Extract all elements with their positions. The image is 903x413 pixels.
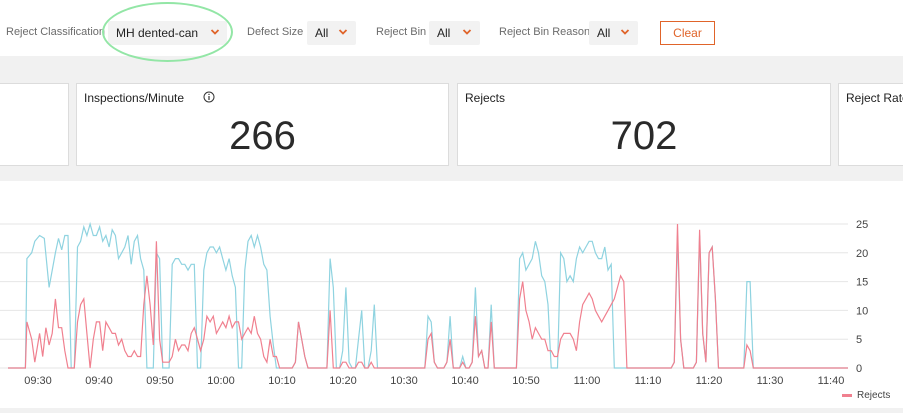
legend-swatch-rejects bbox=[842, 393, 852, 397]
chart-panel: 0 5 10 15 20 25 09:30 09:40 09:50 10:00 10:10 10:20… bbox=[0, 181, 903, 408]
x-tick-label: 11:00 bbox=[574, 375, 601, 387]
reject-bin-value: All bbox=[437, 26, 451, 40]
reject-bin-reason-select[interactable]: All bbox=[589, 21, 638, 45]
reject-bin-label: Reject Bin bbox=[376, 26, 427, 38]
reject-bin-reason-label: Reject Bin Reason bbox=[499, 26, 591, 38]
x-tick-label: 09:30 bbox=[24, 375, 52, 387]
x-tick-label: 11:10 bbox=[635, 375, 662, 387]
y-tick-label: 15 bbox=[856, 277, 868, 289]
rejects-value: 702 bbox=[610, 114, 678, 158]
chevron-down-icon bbox=[462, 29, 472, 35]
chevron-down-icon bbox=[620, 29, 630, 35]
y-tick-label: 5 bbox=[856, 334, 862, 346]
x-tick-label: 11:40 bbox=[818, 375, 845, 387]
rejects-card: Rejects 702 bbox=[457, 83, 831, 166]
inspections-value: 266 bbox=[229, 114, 296, 158]
clear-button[interactable]: Clear bbox=[660, 21, 715, 45]
y-tick-label: 25 bbox=[856, 219, 868, 231]
x-tick-label: 10:40 bbox=[451, 375, 479, 387]
rejects-chart: 0 5 10 15 20 25 09:30 09:40 09:50 10:00 10:10 10:20… bbox=[0, 219, 868, 387]
x-tick-label: 09:50 bbox=[146, 375, 174, 387]
kpi-card-partial bbox=[0, 83, 69, 166]
y-tick-label: 10 bbox=[856, 305, 868, 317]
y-tick-label: 20 bbox=[856, 248, 868, 260]
legend-label-rejects: Rejects bbox=[857, 390, 891, 401]
reject-rate-card-title: Reject Rate bbox=[846, 91, 903, 105]
filter-bar: Reject Classification MH dented-can Defe… bbox=[0, 0, 903, 62]
inspections-series-line bbox=[8, 221, 848, 369]
x-tick-label: 11:30 bbox=[757, 375, 784, 387]
chevron-down-icon bbox=[338, 29, 348, 35]
y-tick-label: 0 bbox=[856, 363, 862, 375]
x-tick-label: 10:30 bbox=[390, 375, 418, 387]
x-tick-label: 11:20 bbox=[696, 375, 723, 387]
reject-classification-label: Reject Classification bbox=[6, 26, 106, 38]
x-tick-label: 10:10 bbox=[268, 375, 296, 387]
highlight-ring bbox=[102, 2, 233, 62]
x-tick-label: 10:50 bbox=[512, 375, 540, 387]
defect-size-value: All bbox=[315, 26, 329, 40]
defect-size-label: Defect Size bbox=[247, 26, 304, 38]
x-tick-label: 09:40 bbox=[85, 375, 113, 387]
x-tick-label: 10:20 bbox=[329, 375, 357, 387]
chart-legend[interactable]: Rejects bbox=[842, 390, 890, 401]
rejects-card-title: Rejects bbox=[465, 91, 506, 105]
inspections-card: Inspections/Minute 266 bbox=[76, 83, 449, 166]
info-icon[interactable] bbox=[203, 91, 215, 103]
inspections-card-title: Inspections/Minute bbox=[84, 91, 185, 105]
reject-rate-card: Reject Rate bbox=[838, 83, 903, 166]
x-tick-label: 10:00 bbox=[207, 375, 235, 387]
reject-bin-select[interactable]: All bbox=[429, 21, 480, 45]
reject-bin-reason-value: All bbox=[597, 26, 611, 40]
defect-size-select[interactable]: All bbox=[307, 21, 356, 45]
